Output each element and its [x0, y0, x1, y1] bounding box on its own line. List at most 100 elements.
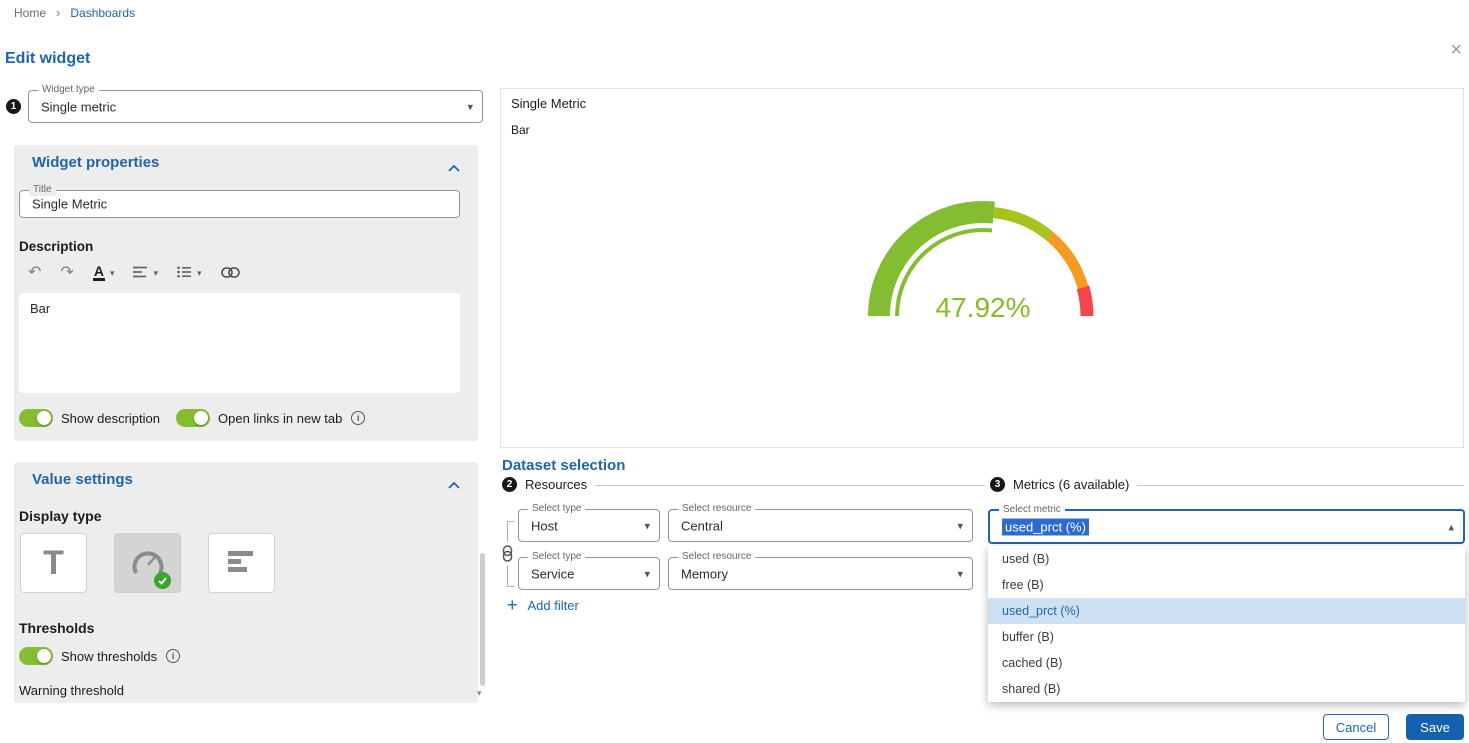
- metrics-label: Metrics (6 available): [1013, 477, 1129, 492]
- bar-chart-icon: [228, 550, 255, 576]
- select-resource-value: Memory: [681, 566, 728, 581]
- display-type-bar-button[interactable]: [208, 533, 275, 593]
- show-description-toggle[interactable]: [19, 409, 53, 427]
- text-color-icon: A: [93, 265, 105, 281]
- warning-threshold-label: Warning threshold: [19, 683, 124, 698]
- open-links-toggle[interactable]: [176, 409, 210, 427]
- plus-icon: +: [507, 596, 518, 614]
- metric-option-selected[interactable]: used_prct (%): [988, 598, 1465, 624]
- preview-description: Bar: [511, 123, 530, 137]
- text-color-button[interactable]: A ▾: [93, 265, 115, 281]
- widget-preview-panel: Single Metric Bar 47.92%: [500, 88, 1464, 448]
- widget-type-value: Single metric: [41, 99, 116, 114]
- show-description-label: Show description: [61, 411, 160, 426]
- preview-title: Single Metric: [511, 96, 586, 111]
- title-field-label: Title: [29, 184, 56, 196]
- resource-select-1[interactable]: Select resource Central ▾: [668, 509, 973, 542]
- show-thresholds-toggle[interactable]: [19, 647, 53, 665]
- description-editor[interactable]: Bar: [19, 293, 460, 393]
- text-display-icon: T: [43, 544, 64, 583]
- description-toggles-row: Show description Open links in new tab i: [19, 409, 365, 427]
- value-settings-heading: Value settings: [32, 471, 133, 488]
- chevron-down-icon[interactable]: ▾: [644, 519, 650, 532]
- display-type-text-button[interactable]: T: [20, 533, 87, 593]
- metric-options-menu: used (B) free (B) used_prct (%) buffer (…: [988, 546, 1465, 702]
- resources-section-header: 2 Resources: [502, 477, 985, 492]
- add-filter-label: Add filter: [528, 598, 579, 613]
- divider: [595, 485, 985, 486]
- title-field[interactable]: Title Single Metric: [19, 190, 460, 218]
- edit-widget-page: Home › Dashboards × Edit widget 1 Widget…: [0, 0, 1469, 743]
- breadcrumb-separator-icon: ›: [56, 5, 60, 20]
- chevron-down-icon[interactable]: ▾: [957, 519, 963, 532]
- widget-type-label: Widget type: [38, 84, 99, 96]
- left-panel-scrollbar[interactable]: [480, 553, 485, 686]
- breadcrumb: Home › Dashboards: [14, 5, 135, 20]
- select-resource-value: Central: [681, 518, 723, 533]
- metric-option[interactable]: buffer (B): [988, 624, 1465, 650]
- select-type-label: Select type: [528, 503, 585, 515]
- step-3-badge: 3: [990, 477, 1005, 492]
- select-type-value: Service: [531, 566, 574, 581]
- breadcrumb-dashboards-link[interactable]: Dashboards: [70, 6, 135, 20]
- widget-type-select[interactable]: Widget type Single metric ▾: [28, 90, 483, 123]
- chevron-down-icon: ▾: [153, 268, 158, 279]
- chevron-up-icon[interactable]: [448, 160, 460, 175]
- chevron-down-icon: ▾: [110, 268, 115, 279]
- dataset-selection-heading: Dataset selection: [502, 457, 625, 474]
- add-filter-button[interactable]: + Add filter: [507, 596, 579, 614]
- gauge-chart: 47.92%: [853, 181, 1113, 333]
- insert-link-button[interactable]: [221, 266, 240, 281]
- open-links-label: Open links in new tab: [218, 411, 342, 426]
- redo-icon[interactable]: ↷: [60, 265, 73, 281]
- value-settings-panel: Value settings Display type T: [14, 462, 478, 703]
- cancel-button[interactable]: Cancel: [1323, 714, 1389, 740]
- align-left-icon: [133, 266, 148, 281]
- display-type-label: Display type: [19, 508, 101, 524]
- select-type-label: Select type: [528, 551, 585, 563]
- select-type-value: Host: [531, 518, 558, 533]
- undo-icon[interactable]: ↶: [28, 265, 41, 281]
- chevron-up-icon[interactable]: [448, 477, 460, 492]
- select-metric-label: Select metric: [999, 504, 1065, 516]
- thresholds-label: Thresholds: [19, 620, 94, 636]
- resource-type-select-2[interactable]: Select type Service ▾: [518, 557, 660, 590]
- step-1-badge: 1: [6, 99, 21, 114]
- breadcrumb-home-link[interactable]: Home: [14, 6, 46, 20]
- description-label: Description: [19, 239, 93, 254]
- display-type-gauge-button[interactable]: [114, 533, 181, 593]
- metric-select[interactable]: Select metric used_prct (%) ▴: [988, 509, 1465, 544]
- metrics-section-header: 3 Metrics (6 available): [990, 477, 1464, 492]
- metric-option[interactable]: used (B): [988, 546, 1465, 572]
- divider: [1137, 485, 1464, 486]
- info-icon[interactable]: i: [166, 649, 180, 663]
- align-button[interactable]: ▾: [133, 266, 158, 281]
- close-icon[interactable]: ×: [1450, 40, 1462, 60]
- metric-option[interactable]: free (B): [988, 572, 1465, 598]
- info-icon[interactable]: i: [351, 411, 365, 425]
- list-button[interactable]: ▾: [177, 266, 202, 281]
- show-thresholds-label: Show thresholds: [61, 649, 157, 664]
- chevron-down-icon[interactable]: ▾: [467, 100, 473, 113]
- metric-select-value: used_prct (%): [1002, 518, 1089, 535]
- step-2-badge: 2: [502, 477, 517, 492]
- link-icon: [221, 266, 240, 281]
- chevron-down-icon: ▾: [197, 268, 202, 279]
- resource-type-select-1[interactable]: Select type Host ▾: [518, 509, 660, 542]
- chevron-down-icon[interactable]: ▾: [644, 567, 650, 580]
- select-resource-label: Select resource: [678, 503, 755, 515]
- save-button[interactable]: Save: [1406, 714, 1464, 740]
- chain-link-icon: [500, 542, 515, 565]
- chevron-up-icon[interactable]: ▴: [1448, 520, 1454, 533]
- widget-properties-heading: Widget properties: [32, 154, 159, 171]
- bullet-list-icon: [177, 266, 192, 281]
- gauge-value-text: 47.92%: [936, 292, 1031, 323]
- chevron-down-icon[interactable]: ▾: [957, 567, 963, 580]
- resource-select-2[interactable]: Select resource Memory ▾: [668, 557, 973, 590]
- thresholds-toggle-row: Show thresholds i: [19, 647, 180, 665]
- select-resource-label: Select resource: [678, 551, 755, 563]
- scrollbar-down-arrow-icon[interactable]: ▾: [477, 688, 482, 699]
- metric-option[interactable]: shared (B): [988, 676, 1465, 702]
- metric-option[interactable]: cached (B): [988, 650, 1465, 676]
- title-field-value: Single Metric: [32, 197, 107, 212]
